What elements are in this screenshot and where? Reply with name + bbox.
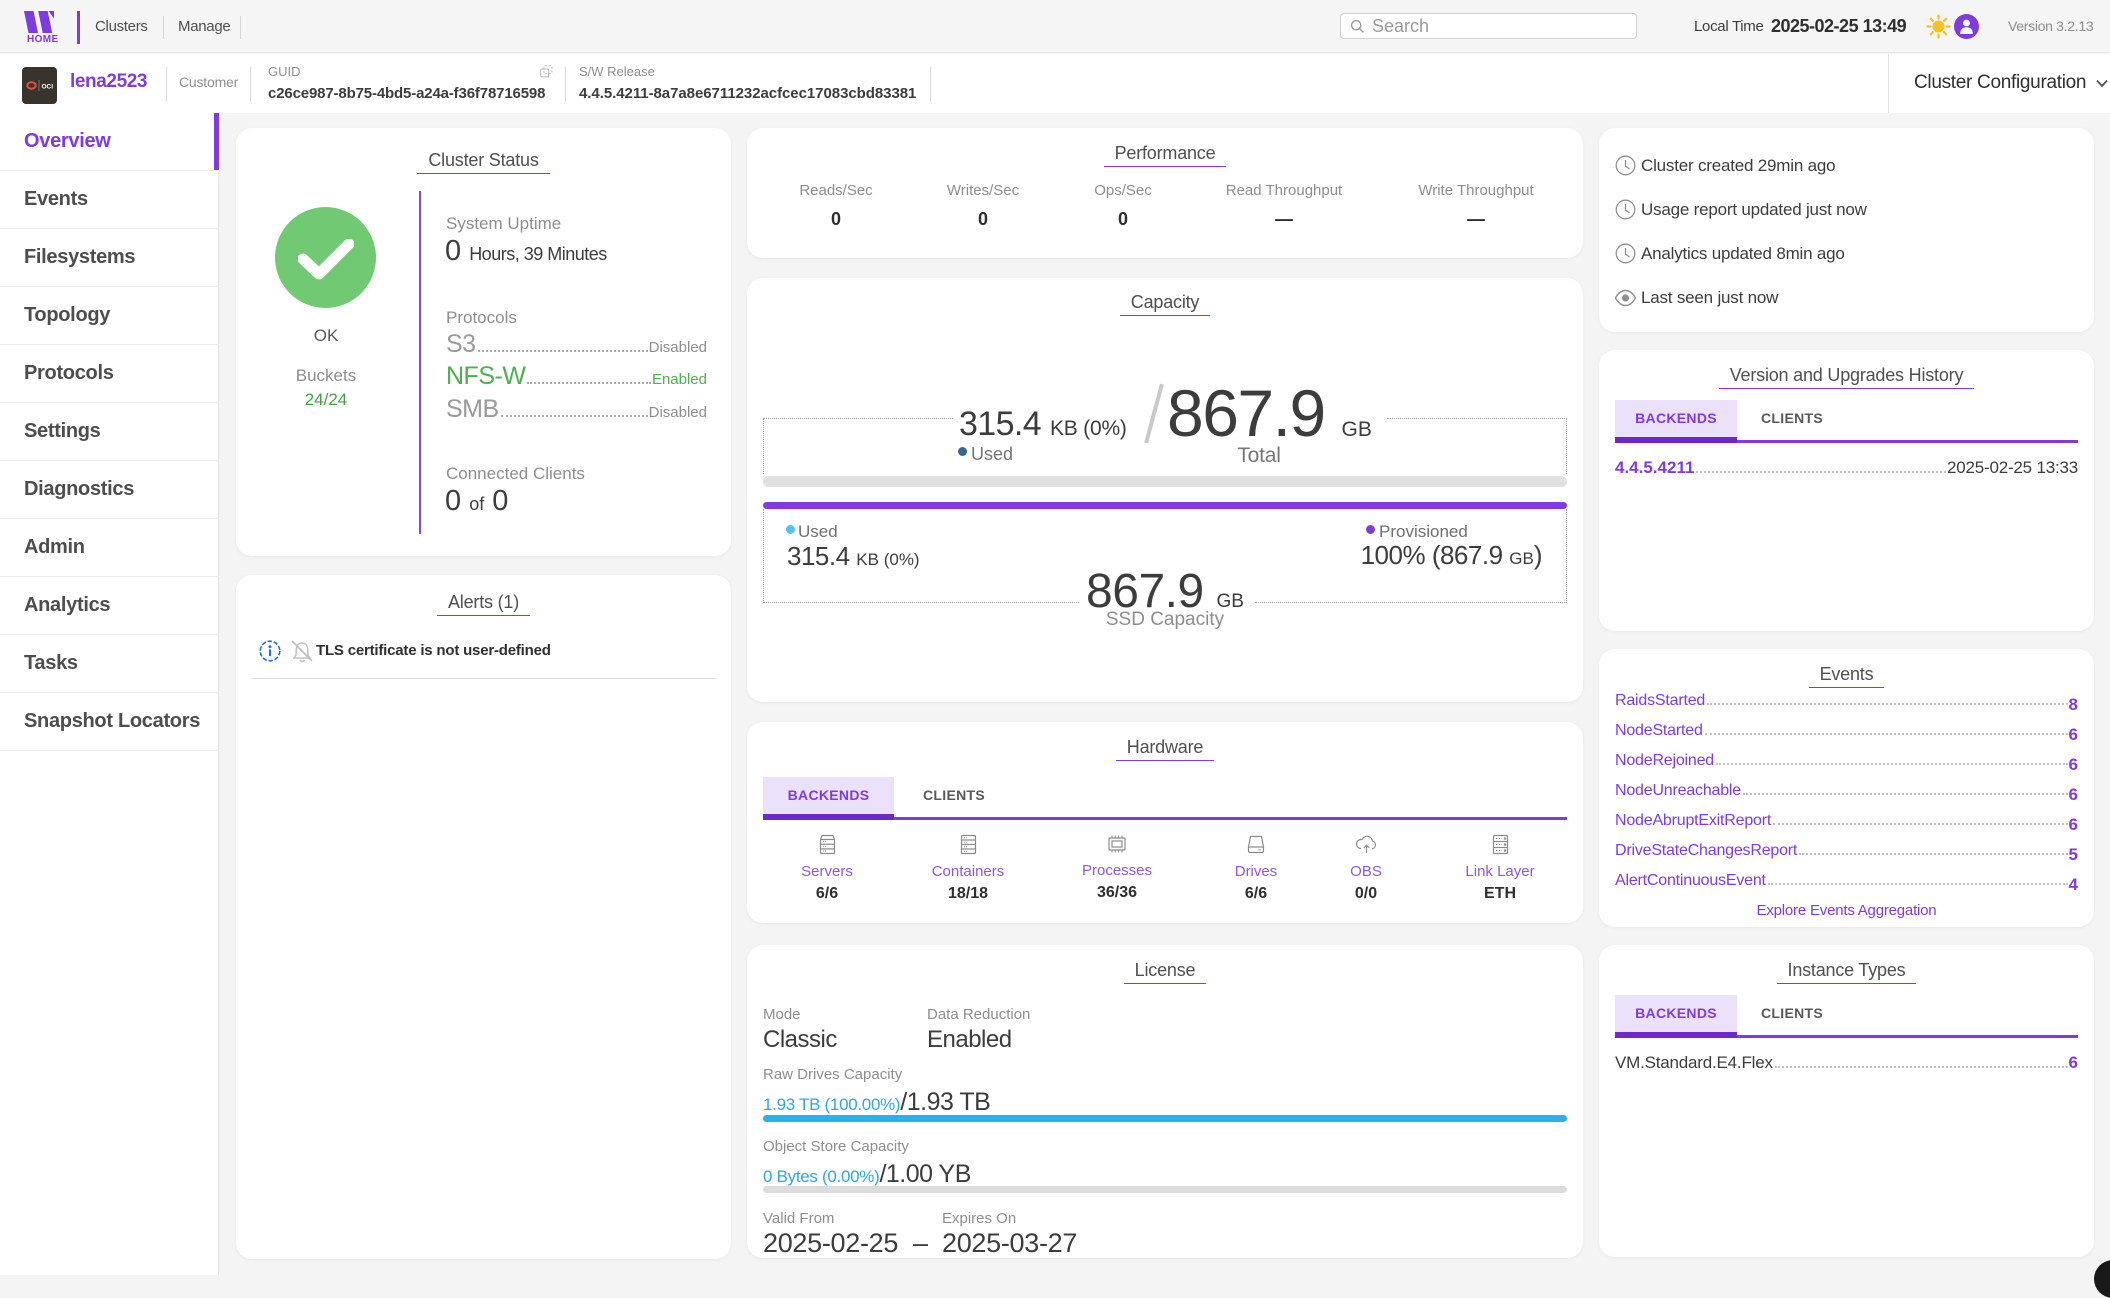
svg-text:OCI: OCI bbox=[42, 84, 54, 91]
